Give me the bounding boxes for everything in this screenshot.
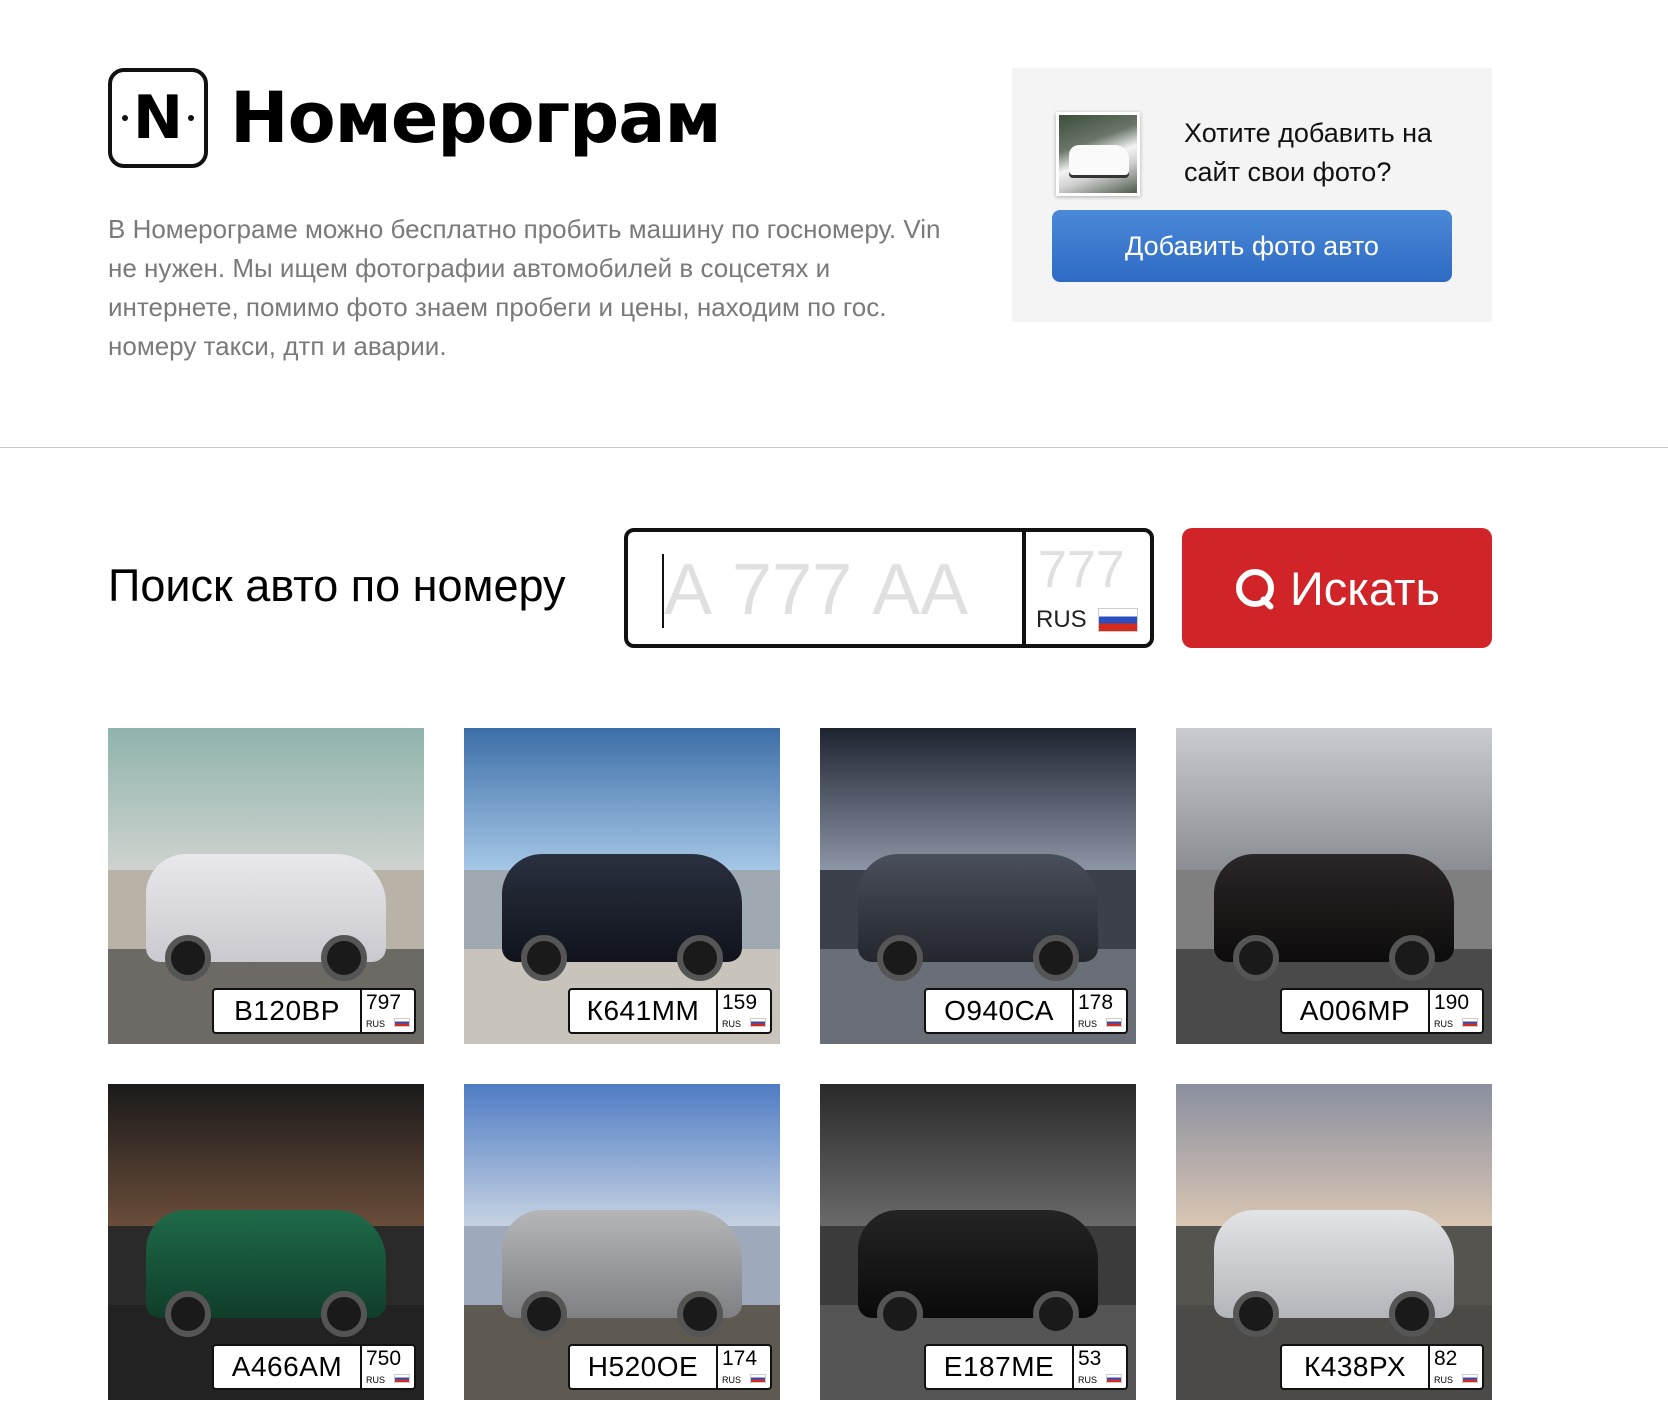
plate-region: 53 [1078,1347,1102,1370]
plate-number: О940СА [944,995,1054,1026]
license-plate: К438РХ 82 RUS [1280,1344,1484,1390]
plate-region: 190 [1434,991,1470,1014]
plate-number: Е187МЕ [943,1351,1055,1382]
plate-number: А466АМ [231,1351,343,1382]
site-title: Номерограм [230,77,722,159]
logo-letter: N [132,83,184,153]
plate-number: В120ВР [234,995,340,1026]
russia-flag-icon [1106,1018,1122,1027]
license-plate: Н520ОЕ 174 RUS [568,1344,772,1390]
logo[interactable]: N Номерограм [108,68,722,168]
car-card[interactable]: А006МР 190 RUS [1176,728,1492,1044]
russia-flag-icon [394,1018,410,1027]
search-button-label: Искать [1290,561,1440,615]
promo-text: Хотите добавить на сайт свои фото? [1184,118,1433,187]
logo-icon: N [108,68,208,168]
car-card[interactable]: В120ВР 797 RUS [108,728,424,1044]
plate-number-field[interactable] [664,546,1024,634]
search-label: Поиск авто по номеру [108,560,566,611]
license-plate: А006МР 190 RUS [1280,988,1484,1034]
car-card[interactable]: О940СА 178 RUS [820,728,1136,1044]
car-card[interactable]: К641ММ 159 RUS [464,728,780,1044]
license-plate: Е187МЕ 53 RUS [924,1344,1128,1390]
car-card[interactable]: А466АМ 750 RUS [108,1084,424,1400]
add-photo-button[interactable]: Добавить фото авто [1052,210,1452,282]
plate-number: Н520ОЕ [587,1351,699,1382]
plate-region: 174 [722,1347,758,1370]
site-description: В Номерограме можно бесплатно пробить ма… [108,214,941,361]
license-plate: В120ВР 797 RUS [212,988,416,1034]
region-field[interactable]: 777 [1038,540,1125,600]
russia-flag-icon [1106,1374,1122,1383]
plate-number: К641ММ [586,995,700,1026]
car-card[interactable]: Е187МЕ 53 RUS [820,1084,1136,1400]
plate-number: К438РХ [1303,1351,1407,1382]
plate-region: 178 [1078,991,1114,1014]
russia-flag-icon [750,1374,766,1383]
car-photo-grid: В120ВР 797 RUS К641ММ 159 RUS О940СА 178 RU… [108,728,1494,1400]
country-code: RUS [1036,606,1087,633]
plate-region: 797 [366,991,402,1014]
car-card[interactable]: К438РХ 82 RUS [1176,1084,1492,1400]
russia-flag-icon [394,1374,410,1383]
plate-region: 82 [1434,1347,1458,1370]
license-plate: О940СА 178 RUS [924,988,1128,1034]
plate-region: 159 [722,991,758,1014]
plate-number: А006МР [1299,995,1411,1026]
russia-flag-icon [1462,1018,1478,1027]
russia-flag-icon [1462,1374,1478,1383]
site-header: N Номерограм В Номерограме можно бесплат… [0,0,1668,448]
russia-flag-icon [750,1018,766,1027]
plate-search-input[interactable]: 777 RUS [624,528,1154,648]
promo-car-thumbnail [1056,112,1140,196]
add-photo-promo: Хотите добавить на сайт свои фото? Добав… [1012,68,1492,322]
search-icon [1234,567,1276,609]
russia-flag-icon [1098,608,1138,632]
license-plate: А466АМ 750 RUS [212,1344,416,1390]
plate-region: 750 [366,1347,402,1370]
license-plate: К641ММ 159 RUS [568,988,772,1034]
search-button[interactable]: Искать [1182,528,1492,648]
car-card[interactable]: Н520ОЕ 174 RUS [464,1084,780,1400]
